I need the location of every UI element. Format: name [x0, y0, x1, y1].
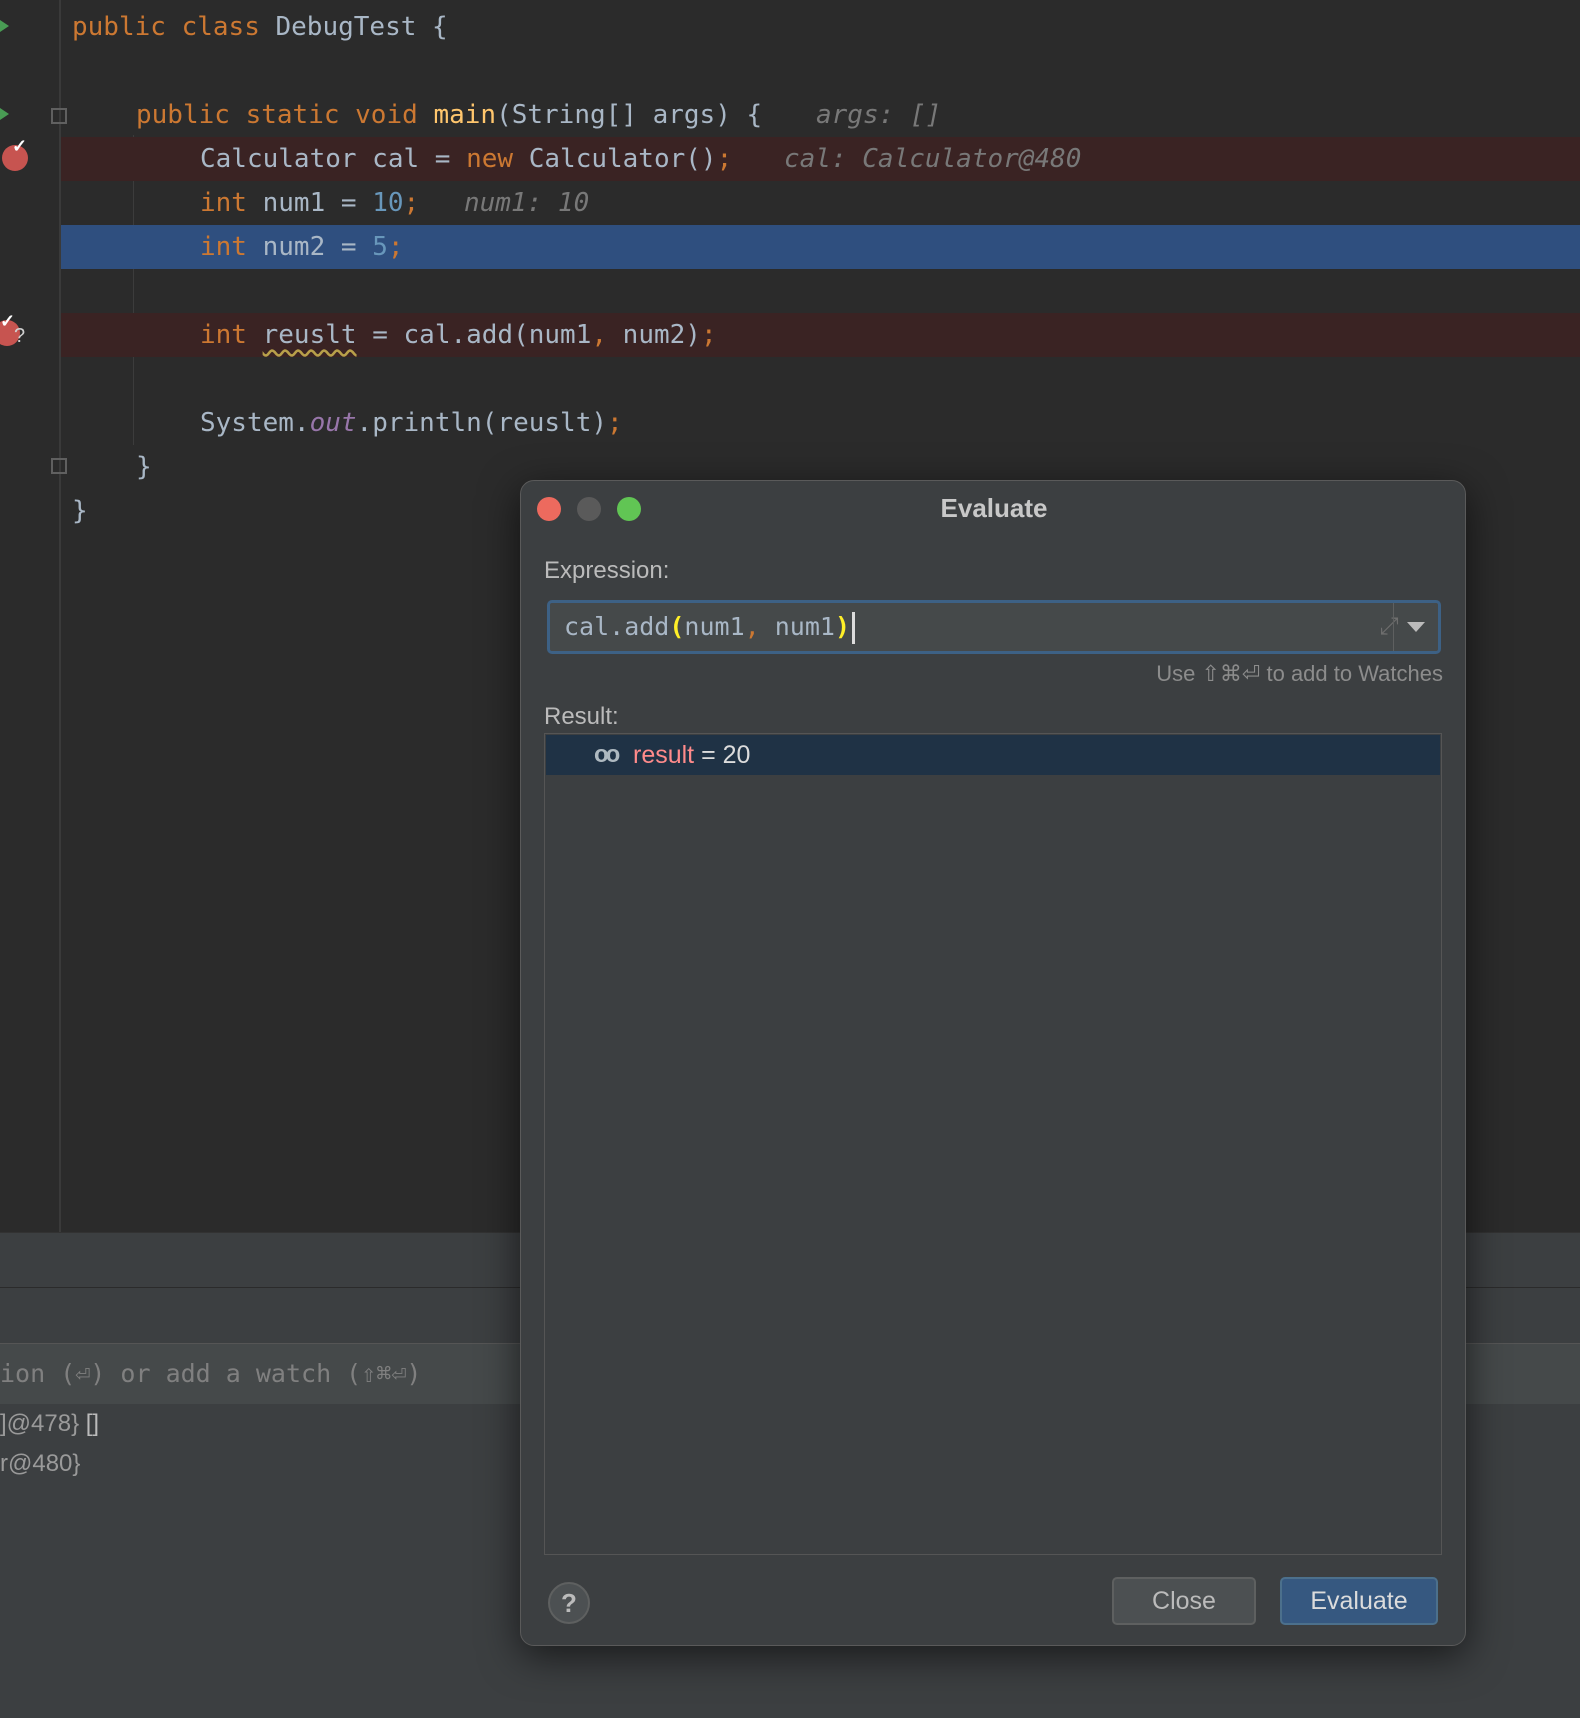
number-literal: 5 — [372, 232, 388, 262]
comma: , — [744, 612, 775, 641]
keyword: int — [200, 188, 263, 218]
keyword: public — [136, 100, 246, 130]
code-text: System. — [200, 408, 310, 438]
semicolon: ; — [716, 144, 733, 174]
breakpoint-line: Calculator cal = new Calculator(); cal: … — [61, 137, 1580, 181]
code-text: num2) — [622, 320, 701, 350]
keyword: int — [200, 232, 263, 262]
expression-label: Expression: — [544, 557, 670, 584]
variable-ref: ]@478} — [0, 1410, 80, 1437]
code-line: public class DebugTest { — [0, 5, 1580, 49]
code-text: = cal.add(num1 — [356, 320, 592, 350]
keyword: class — [181, 12, 276, 42]
method-name: main — [433, 100, 497, 130]
result-label: Result: — [544, 703, 619, 730]
expression-part: cal.add — [564, 612, 670, 641]
dialog-title: Evaluate — [940, 493, 1048, 523]
variable-ref: r@480} — [0, 1450, 81, 1477]
semicolon: ; — [403, 188, 420, 218]
code-text: Calculator cal = — [200, 144, 467, 174]
result-name: result = 20 — [633, 735, 750, 775]
chevron-down-icon — [1407, 622, 1425, 632]
comma: , — [591, 320, 623, 350]
expression-text: cal.add(num1, num1) — [564, 603, 856, 651]
semicolon: ; — [700, 320, 717, 350]
variable-value: [] — [79, 1410, 100, 1437]
variable-warning: reuslt — [262, 320, 357, 350]
execution-line: int num2 = 5; — [61, 225, 1580, 269]
watch-placeholder: ion (⏎) or add a watch (⇧⌘⏎) — [0, 1359, 422, 1388]
inline-value-hint: num1: 10 — [464, 188, 590, 218]
text-caret — [852, 612, 856, 644]
result-row[interactable]: oo result = 20 — [546, 735, 1440, 775]
semicolon: ; — [387, 232, 404, 262]
inline-value-hint: args: [] — [816, 100, 942, 130]
closing-brace: } — [72, 496, 88, 526]
open-paren: ( — [669, 612, 685, 641]
keyword: new — [466, 144, 529, 174]
breakpoint-line: int reuslt = cal.add(num1, num2); — [61, 313, 1580, 357]
variable-row[interactable]: r@480} — [0, 1450, 80, 1478]
expression-part: num1 — [774, 612, 835, 641]
keyword: public — [72, 12, 182, 42]
code-line: System.out.println(reuslt); — [0, 401, 1580, 445]
code-text: Calculator() — [528, 144, 717, 174]
code-text: (String[] args) { — [496, 100, 763, 130]
code-text: num2 = — [262, 232, 373, 262]
window-maximize-button[interactable] — [617, 497, 641, 521]
keyword: static — [245, 100, 356, 130]
class-name: DebugTest { — [275, 12, 448, 42]
code-line: public static void main(String[] args) {… — [0, 93, 1580, 137]
closing-brace: } — [136, 452, 152, 482]
evaluate-dialog: Evaluate Expression: cal.add(num1, num1)… — [520, 480, 1466, 1646]
semicolon: ; — [607, 408, 623, 438]
watch-glasses-icon: oo — [594, 741, 620, 768]
expression-part: num1 — [684, 612, 745, 641]
result-value: = 20 — [694, 741, 751, 769]
inline-value-hint: cal: Calculator@480 — [784, 144, 1082, 174]
result-tree[interactable]: oo result = 20 — [544, 733, 1442, 1555]
code-line: int num1 = 10; num1: 10 — [0, 181, 1580, 225]
close-paren: ) — [834, 612, 851, 641]
code-text: num1 = — [262, 188, 373, 218]
expression-input[interactable]: cal.add(num1, num1) ⤢ — [547, 600, 1441, 654]
window-minimize-button[interactable] — [577, 497, 601, 521]
variable-row[interactable]: ]@478} [] — [0, 1410, 99, 1438]
result-var: result — [633, 741, 695, 769]
watch-shortcut-hint: Use ⇧⌘⏎ to add to Watches — [1156, 661, 1443, 686]
number-literal: 10 — [372, 188, 404, 218]
code-text: .println(reuslt) — [356, 408, 607, 438]
window-close-button[interactable] — [537, 497, 561, 521]
keyword: int — [200, 320, 263, 350]
evaluate-button[interactable]: Evaluate — [1280, 1577, 1438, 1625]
history-dropdown-button[interactable] — [1394, 603, 1438, 651]
close-button[interactable]: Close — [1112, 1577, 1256, 1625]
help-button[interactable]: ? — [548, 1582, 590, 1624]
static-field: out — [309, 408, 357, 438]
keyword: void — [355, 100, 434, 130]
